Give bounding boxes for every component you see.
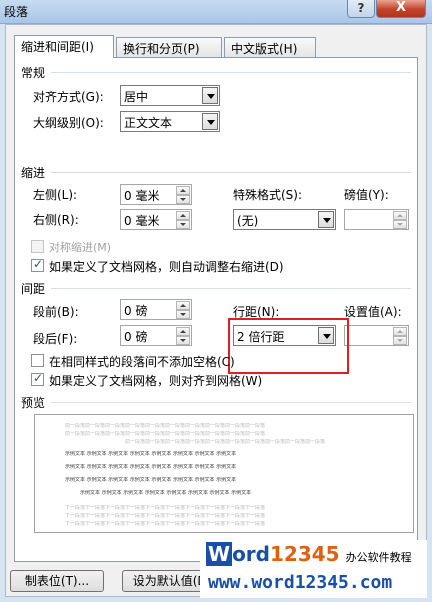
spacing-at-spinner[interactable] bbox=[344, 325, 409, 346]
spin-down-icon[interactable] bbox=[393, 220, 407, 229]
highlight-box bbox=[228, 318, 349, 374]
outline-level-label: 大纲级别(O): bbox=[33, 116, 104, 130]
space-before-label: 段前(B): bbox=[33, 305, 79, 319]
preview-next-line: 下一段落下一段落下一段落下一段落下一段落下一段落下一段落下一段落下一段落下一段落 bbox=[65, 521, 266, 527]
indent-divider bbox=[51, 172, 411, 173]
watermark-logo: Word12345 办公软件教程 bbox=[206, 542, 412, 566]
mirror-indent-label: 对称缩进(M) bbox=[49, 241, 112, 254]
indent-group-label: 缩进 bbox=[21, 166, 46, 180]
spin-down-icon[interactable] bbox=[176, 220, 190, 229]
spin-up-icon[interactable] bbox=[393, 327, 407, 336]
alignment-value: 居中 bbox=[124, 90, 149, 104]
close-icon: X bbox=[395, 0, 407, 15]
general-divider bbox=[51, 72, 411, 73]
indent-right-value: 0 毫米 bbox=[124, 214, 160, 228]
chevron-down-icon bbox=[202, 113, 218, 130]
preview-box: 前一段落前一段落前一段落前一段落前一段落前一段落前一段落前一段落前一段落前一段落… bbox=[34, 414, 414, 533]
preview-prev-line: 前一段落前一段落前一段落前一段落前一段落前一段落前一段落前一段落前一段落前一段落 bbox=[65, 431, 266, 437]
spin-down-icon[interactable] bbox=[176, 195, 190, 204]
indent-right-spinner[interactable]: 0 毫米 bbox=[120, 209, 192, 230]
preview-sample-line: 示例文本 示例文本 示例文本 示例文本 示例文本 示例文本 示例文本 示例文本 bbox=[65, 464, 237, 470]
no-space-same-style-checkbox[interactable] bbox=[31, 354, 44, 367]
help-button[interactable]: ? bbox=[347, 0, 375, 18]
tab-line-page-breaks[interactable]: 换行和分页(P) bbox=[116, 37, 222, 57]
outline-level-select[interactable]: 正文文本 bbox=[120, 111, 220, 132]
alignment-label: 对齐方式(G): bbox=[33, 90, 104, 104]
alignment-select[interactable]: 居中 bbox=[120, 85, 220, 106]
tabs-button[interactable]: 制表位(T)... bbox=[10, 570, 104, 592]
spin-down-icon[interactable] bbox=[176, 336, 190, 345]
space-after-spinner[interactable]: 0 磅 bbox=[120, 325, 192, 346]
spin-up-icon[interactable] bbox=[176, 211, 190, 220]
watermark: Word12345 办公软件教程 www.word12345.com bbox=[200, 540, 427, 598]
preview-group-label: 预览 bbox=[21, 396, 46, 410]
tab-asian-typography[interactable]: 中文版式(H) bbox=[224, 37, 316, 57]
spin-down-icon[interactable] bbox=[393, 336, 407, 345]
spacing-divider bbox=[51, 288, 411, 289]
space-before-spinner[interactable]: 0 磅 bbox=[120, 299, 192, 320]
watermark-url: www.word12345.com bbox=[208, 572, 393, 593]
space-before-value: 0 磅 bbox=[124, 304, 148, 318]
indent-left-label: 左侧(L): bbox=[33, 188, 78, 202]
general-group-label: 常规 bbox=[21, 66, 46, 80]
close-button[interactable]: X bbox=[376, 0, 426, 18]
special-indent-label: 特殊格式(S): bbox=[233, 188, 303, 202]
preview-sample-line: 示例文本 示例文本 示例文本 示例文本 示例文本 示例文本 示例文本 示例文本 bbox=[65, 477, 237, 483]
spin-up-icon[interactable] bbox=[393, 211, 407, 220]
auto-adjust-indent-checkbox[interactable] bbox=[31, 257, 44, 272]
no-space-same-style-label: 在相同样式的段落间不添加空格(C) bbox=[49, 355, 235, 369]
outline-level-value: 正文文本 bbox=[124, 116, 173, 130]
special-indent-value: (无) bbox=[237, 214, 259, 228]
window-title: 段落 bbox=[4, 5, 29, 19]
indent-by-label: 磅值(Y): bbox=[344, 188, 389, 202]
help-icon: ? bbox=[357, 1, 365, 15]
spacing-at-label: 设置值(A): bbox=[344, 305, 402, 319]
mirror-indent-checkbox[interactable] bbox=[31, 240, 44, 253]
spin-up-icon[interactable] bbox=[176, 327, 190, 336]
preview-next-line: 下一段落下一段落下一段落下一段落下一段落下一段落下一段落下一段落下一段落下一段落 bbox=[65, 505, 266, 511]
preview-sample-line: 示例文本 示例文本 示例文本 示例文本 示例文本 示例文本 示例文本 示例文本 bbox=[65, 451, 237, 457]
spin-up-icon[interactable] bbox=[176, 186, 190, 195]
spin-up-icon[interactable] bbox=[176, 301, 190, 310]
title-bar: 段落 ? X bbox=[0, 0, 432, 24]
snap-to-grid-label: 如果定义了文档网格，则对齐到网格(W) bbox=[49, 374, 263, 388]
paragraph-dialog: 缩进和间距(I) 换行和分页(P) 中文版式(H) 常规 对齐方式(G): 居中… bbox=[5, 24, 427, 597]
chevron-down-icon bbox=[318, 211, 334, 228]
snap-to-grid-checkbox[interactable] bbox=[31, 371, 44, 386]
indent-by-spinner[interactable] bbox=[344, 209, 409, 230]
indent-left-value: 0 毫米 bbox=[124, 189, 160, 203]
preview-sample-line: 示例文本 示例文本 示例文本 示例文本 示例文本 示例文本 示例文本 示例文本 bbox=[80, 490, 252, 496]
indent-right-label: 右侧(R): bbox=[33, 213, 79, 227]
chevron-down-icon bbox=[202, 87, 218, 104]
indent-left-spinner[interactable]: 0 毫米 bbox=[120, 184, 192, 205]
preview-prev-line: 前一段落前一段落前一段落前一段落前一段落前一段落前一段落前一段落前一段落前一段落 bbox=[65, 423, 266, 429]
preview-divider bbox=[51, 402, 411, 403]
auto-adjust-indent-label: 如果定义了文档网格，则自动调整右缩进(D) bbox=[49, 260, 284, 274]
tab-indents-spacing[interactable]: 缩进和间距(I) bbox=[14, 35, 114, 58]
special-indent-select[interactable]: (无) bbox=[233, 209, 336, 230]
space-after-value: 0 磅 bbox=[124, 330, 148, 344]
spin-down-icon[interactable] bbox=[176, 310, 190, 319]
preview-next-line: 下一段落下一段落下一段落下一段落下一段落下一段落下一段落下一段落下一段落下一段落 bbox=[65, 513, 266, 519]
space-after-label: 段后(F): bbox=[33, 332, 78, 346]
preview-prev-line: 前一段落前一段落前一段落前一段落前一段落前一段落前一段落前一段落前一段落前一段落 bbox=[125, 439, 325, 445]
spacing-group-label: 间距 bbox=[21, 282, 46, 296]
